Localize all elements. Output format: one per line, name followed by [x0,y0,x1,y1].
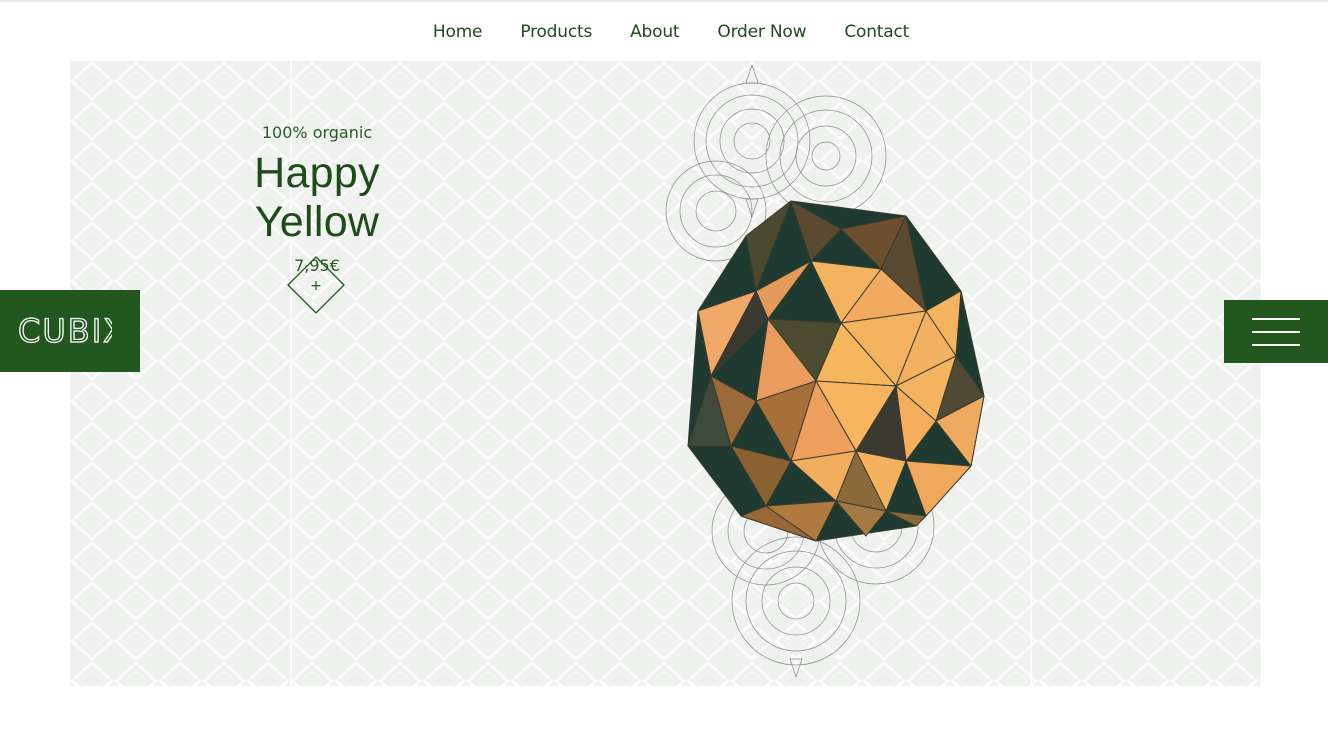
main-navigation: Home Products About Order Now Contact [0,22,1328,42]
product-tagline: 100% organic [261,123,373,142]
nav-about-link[interactable]: About [630,22,679,42]
top-border [0,0,1328,2]
product-info: 100% organic Happy Yellow 7,95€ + [187,121,447,314]
nav-contact-link[interactable]: Contact [844,22,909,42]
hero-banner: 100% organic Happy Yellow 7,95€ + [70,61,1261,686]
brand-logo[interactable]: CUBIX [0,290,140,372]
menu-button[interactable] [1224,300,1328,363]
product-title: Happy Yellow [254,149,380,246]
cubix-logo-mark: CUBIX [18,312,112,348]
logo-text: CUBIX [18,312,112,348]
polyhedron [687,200,985,542]
plus-icon: + [310,278,322,294]
product-image-polyhedron [665,63,985,679]
add-to-cart-button[interactable]: + [287,256,345,314]
nav-order-now-link[interactable]: Order Now [717,22,806,42]
nav-products-link[interactable]: Products [520,22,592,42]
nav-home-link[interactable]: Home [433,22,483,42]
